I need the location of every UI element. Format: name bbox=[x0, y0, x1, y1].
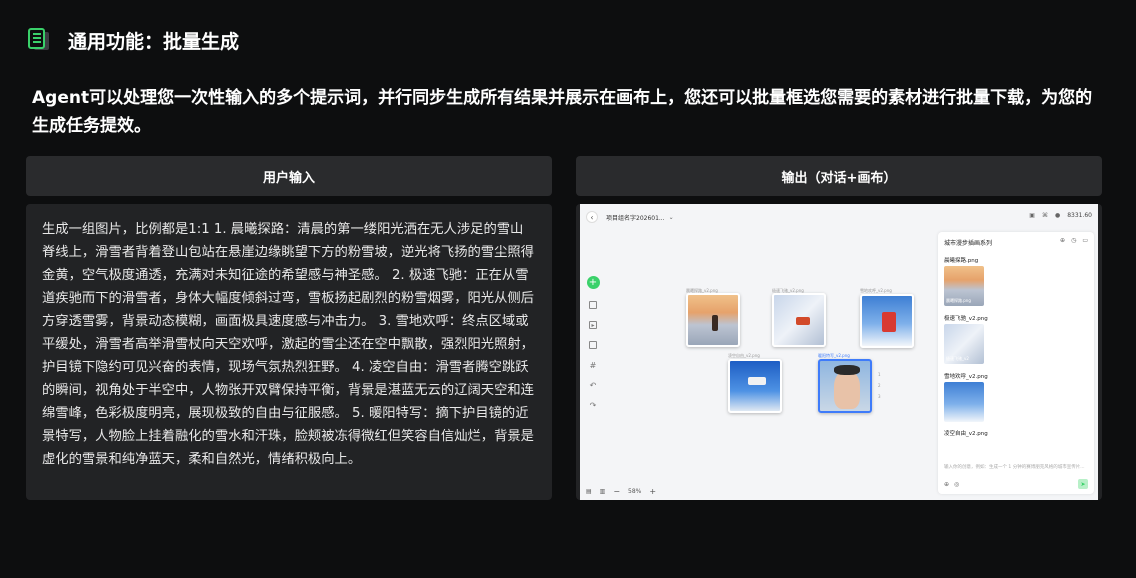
credit-icon: ● bbox=[1054, 212, 1061, 219]
edit-tool-icon[interactable] bbox=[589, 341, 597, 349]
zoom-in-icon[interactable]: + bbox=[649, 487, 656, 496]
chevron-down-icon[interactable]: ⌄ bbox=[669, 214, 674, 221]
chat-panel: 城市漫步插画系列 ⊕ ◷ ▭ 晨曦探路.png 晨曦探路.png 极速飞驰_v2… bbox=[938, 232, 1094, 494]
user-input-panel: 生成一组图片，比例都是1:1 1. 晨曦探路：清晨的第一缕阳光洒在无人涉足的雪山… bbox=[26, 204, 552, 500]
save-icon[interactable]: ▣ bbox=[1029, 212, 1035, 219]
redo-icon[interactable]: ↷ bbox=[589, 401, 597, 410]
canvas-image[interactable] bbox=[686, 293, 740, 347]
file-thumbnail[interactable] bbox=[944, 382, 984, 422]
send-icon[interactable]: ➤ bbox=[1078, 479, 1088, 489]
chat-input[interactable]: 输入你的创意，例如：生成一个 1 分钟的赛博朋克风格的城市宣传片... bbox=[944, 464, 1088, 471]
user-input-text: 生成一组图片，比例都是1:1 1. 晨曦探路：清晨的第一缕阳光洒在无人涉足的雪山… bbox=[42, 222, 534, 467]
zoom-out-icon[interactable]: − bbox=[613, 487, 620, 496]
canvas-image[interactable] bbox=[772, 293, 826, 347]
canvas-image[interactable] bbox=[728, 359, 782, 413]
user-input-header: 用户输入 bbox=[26, 156, 552, 196]
canvas-image[interactable] bbox=[860, 294, 914, 348]
app-screenshot: ‹ 项目组名字202601... ⌄ ▣ ⌘ ● 8331.60 + ▸ # ↶… bbox=[580, 204, 1098, 500]
collapse-icon[interactable]: ▭ bbox=[1082, 237, 1088, 244]
share-icon[interactable]: ⌘ bbox=[1042, 212, 1048, 219]
canvas-image-selected[interactable] bbox=[818, 359, 872, 413]
layers-icon[interactable]: ▤ bbox=[586, 488, 592, 495]
zoom-bar: ▤ ▥ − 58% + bbox=[586, 487, 656, 496]
file-name: 极速飞驰_v2.png bbox=[944, 316, 988, 322]
zoom-level: 58% bbox=[628, 488, 642, 495]
page-title: 通用功能：批量生成 bbox=[68, 30, 240, 53]
new-chat-icon[interactable]: ⊕ bbox=[1060, 237, 1065, 244]
chat-panel-title: 城市漫步插画系列 bbox=[944, 240, 993, 247]
canvas-toolbar: + ▸ # ↶ ↷ bbox=[586, 276, 600, 410]
attach-icon[interactable]: ⊕ bbox=[944, 481, 949, 488]
file-name: 凌空自由_v2.png bbox=[944, 431, 988, 437]
file-name: 雪地欢呼_v2.png bbox=[944, 374, 988, 380]
export-icon[interactable]: ▥ bbox=[600, 488, 606, 495]
image-tool-icon[interactable] bbox=[589, 301, 597, 309]
file-name: 晨曦探路.png bbox=[944, 258, 979, 264]
undo-icon[interactable]: ↶ bbox=[589, 381, 597, 390]
video-tool-icon[interactable]: ▸ bbox=[589, 321, 597, 329]
project-name[interactable]: 项目组名字202601... bbox=[606, 213, 665, 222]
settings-icon[interactable]: ◎ bbox=[954, 481, 959, 488]
canvas-side-markers: 1 2 3 bbox=[878, 372, 881, 399]
file-thumbnail[interactable]: 极速飞驰_v2 bbox=[944, 324, 984, 364]
add-icon[interactable]: + bbox=[586, 276, 600, 289]
grid-tool-icon[interactable]: # bbox=[589, 361, 597, 370]
file-thumbnail[interactable]: 晨曦探路.png bbox=[944, 266, 984, 306]
document-icon bbox=[28, 28, 50, 52]
app-topbar: ‹ 项目组名字202601... ⌄ ▣ ⌘ ● 8331.60 bbox=[580, 204, 1098, 230]
back-icon[interactable]: ‹ bbox=[586, 211, 598, 223]
section-header: 通用功能：批量生成 bbox=[28, 26, 239, 54]
history-icon[interactable]: ◷ bbox=[1071, 237, 1076, 244]
output-panel: ‹ 项目组名字202601... ⌄ ▣ ⌘ ● 8331.60 + ▸ # ↶… bbox=[576, 204, 1102, 500]
credits-value: 8331.60 bbox=[1067, 212, 1092, 219]
feature-description: Agent可以处理您一次性输入的多个提示词，并行同步生成所有结果并展示在画布上，… bbox=[32, 88, 1093, 136]
output-header: 输出（对话+画布） bbox=[576, 156, 1102, 196]
